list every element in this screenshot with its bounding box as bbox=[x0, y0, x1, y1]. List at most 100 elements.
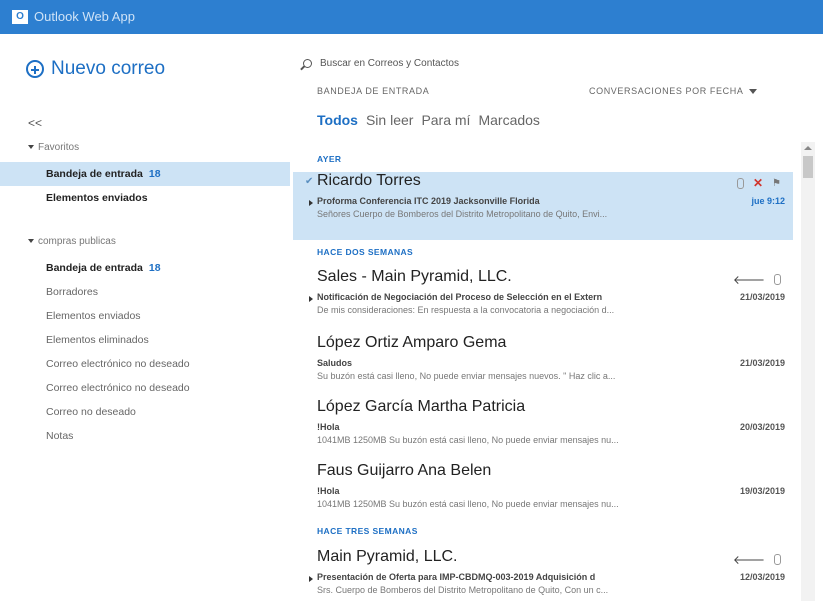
filter-to-me[interactable]: Para mí bbox=[421, 112, 470, 128]
section-header: AYER bbox=[317, 154, 342, 164]
message-date: 20/03/2019 bbox=[739, 422, 785, 432]
check-icon: ✔ bbox=[305, 176, 314, 187]
folder-junk-2[interactable]: Correo electrónico no deseado bbox=[0, 376, 290, 400]
message-item[interactable]: López García Martha Patricia !Hola 1041M… bbox=[293, 398, 793, 466]
flag-icon[interactable]: ⚑ bbox=[772, 178, 781, 189]
message-preview: 1041MB 1250MB Su buzón está casi lleno, … bbox=[317, 499, 619, 509]
message-sender: Ricardo Torres bbox=[317, 172, 421, 189]
message-sender: López García Martha Patricia bbox=[317, 398, 526, 415]
sort-label: CONVERSACIONES POR FECHA bbox=[589, 86, 744, 96]
expand-arrow-icon[interactable] bbox=[309, 200, 313, 206]
message-item[interactable]: Sales - Main Pyramid, LLC. Notificación … bbox=[293, 268, 793, 336]
message-subject: Presentación de Oferta para IMP-CBDMQ-00… bbox=[317, 572, 596, 582]
folder-label: Correo electrónico no deseado bbox=[46, 358, 190, 370]
message-date: 19/03/2019 bbox=[739, 486, 785, 496]
unread-count: 18 bbox=[148, 262, 161, 274]
collapse-pane-button[interactable]: << bbox=[28, 116, 42, 130]
message-date: jue 9:12 bbox=[751, 196, 785, 206]
scroll-up-icon[interactable] bbox=[804, 146, 812, 150]
message-preview: Señores Cuerpo de Bomberos del Distrito … bbox=[317, 209, 608, 219]
search-icon bbox=[303, 59, 312, 68]
message-preview: De mis consideraciones: En respuesta a l… bbox=[317, 305, 615, 315]
top-bar: O Outlook Web App bbox=[0, 0, 823, 34]
favorites-item-inbox[interactable]: Bandeja de entrada 18 bbox=[0, 162, 290, 186]
message-item[interactable]: ✔ Ricardo Torres Proforma Conferencia IT… bbox=[293, 172, 793, 240]
new-mail-button[interactable]: Nuevo correo bbox=[26, 58, 165, 80]
expand-arrow-icon[interactable] bbox=[309, 576, 313, 582]
folder-junk-1[interactable]: Correo electrónico no deseado bbox=[0, 352, 290, 376]
message-actions: ✕ ⚑ bbox=[736, 176, 781, 190]
message-actions: 🡐 bbox=[733, 552, 781, 567]
folder-label: Elementos enviados bbox=[46, 310, 141, 322]
account-label: compras publicas bbox=[38, 236, 116, 247]
sort-dropdown[interactable]: CONVERSACIONES POR FECHA bbox=[589, 86, 758, 96]
filter-all[interactable]: Todos bbox=[317, 112, 358, 128]
message-date: 21/03/2019 bbox=[739, 358, 785, 368]
folder-inbox[interactable]: Bandeja de entrada 18 bbox=[0, 256, 290, 280]
folder-junk-3[interactable]: Correo no deseado bbox=[0, 400, 290, 424]
message-item[interactable]: Main Pyramid, LLC. Presentación de Ofert… bbox=[293, 548, 793, 601]
folder-label: Notas bbox=[46, 430, 74, 442]
account-group-toggle[interactable]: compras publicas bbox=[28, 236, 116, 247]
message-item[interactable]: López Ortiz Amparo Gema Saludos Su buzón… bbox=[293, 334, 793, 402]
folder-label: Bandeja de entrada bbox=[46, 262, 143, 274]
favorites-group-toggle[interactable]: Favoritos bbox=[28, 142, 79, 153]
filter-tabs: Todos Sin leer Para mí Marcados bbox=[317, 112, 540, 128]
chevron-down-icon bbox=[749, 88, 758, 94]
message-preview: Su buzón está casi lleno, No puede envia… bbox=[317, 371, 616, 381]
folder-heading: BANDEJA DE ENTRADA bbox=[317, 86, 430, 96]
message-subject: Proforma Conferencia ITC 2019 Jacksonvil… bbox=[317, 196, 540, 206]
message-preview: Srs. Cuerpo de Bomberos del Distrito Met… bbox=[317, 585, 609, 595]
folder-deleted[interactable]: Elementos eliminados bbox=[0, 328, 290, 352]
attachment-icon bbox=[736, 177, 744, 189]
folder-label: Elementos eliminados bbox=[46, 334, 149, 346]
message-sender: Sales - Main Pyramid, LLC. bbox=[317, 268, 512, 285]
app-title[interactable]: Outlook Web App bbox=[34, 9, 135, 24]
expand-triangle-icon bbox=[28, 145, 34, 150]
filter-unread[interactable]: Sin leer bbox=[366, 112, 413, 128]
message-sender: Main Pyramid, LLC. bbox=[317, 548, 458, 565]
unread-count: 18 bbox=[148, 168, 161, 180]
folder-label: Correo electrónico no deseado bbox=[46, 382, 190, 394]
search-box[interactable]: Buscar en Correos y Contactos bbox=[303, 58, 459, 69]
folder-notes[interactable]: Notas bbox=[0, 424, 290, 448]
message-subject: !Hola bbox=[317, 486, 340, 496]
section-header: HACE DOS SEMANAS bbox=[317, 247, 414, 257]
expand-arrow-icon[interactable] bbox=[309, 296, 313, 302]
plus-circle-icon bbox=[26, 60, 44, 78]
folder-label: Elementos enviados bbox=[46, 192, 148, 204]
message-preview: 1041MB 1250MB Su buzón está casi lleno, … bbox=[317, 435, 619, 445]
message-date: 12/03/2019 bbox=[739, 572, 785, 582]
attachment-icon bbox=[774, 554, 781, 565]
message-subject: !Hola bbox=[317, 422, 340, 432]
folder-label: Correo no deseado bbox=[46, 406, 136, 418]
folder-label: Bandeja de entrada bbox=[46, 168, 143, 180]
message-actions: 🡐 bbox=[733, 272, 781, 287]
scroll-thumb[interactable] bbox=[803, 156, 813, 178]
favorites-label: Favoritos bbox=[38, 142, 80, 153]
folder-pane: Nuevo correo << Favoritos Bandeja de ent… bbox=[0, 34, 290, 601]
message-date: 21/03/2019 bbox=[739, 292, 785, 302]
filter-flagged[interactable]: Marcados bbox=[478, 112, 539, 128]
attachment-icon bbox=[774, 274, 781, 285]
message-sender: Faus Guijarro Ana Belen bbox=[317, 462, 492, 479]
delete-icon[interactable]: ✕ bbox=[753, 176, 763, 190]
message-sender: López Ortiz Amparo Gema bbox=[317, 334, 507, 351]
message-item[interactable]: Faus Guijarro Ana Belen !Hola 1041MB 125… bbox=[293, 462, 793, 530]
reply-icon: 🡐 bbox=[732, 273, 765, 287]
folder-label: Borradores bbox=[46, 286, 98, 298]
message-subject: Saludos bbox=[317, 358, 353, 368]
new-mail-label: Nuevo correo bbox=[51, 58, 166, 79]
folder-drafts[interactable]: Borradores bbox=[0, 280, 290, 304]
section-header: HACE TRES SEMANAS bbox=[317, 526, 418, 536]
favorites-item-sent[interactable]: Elementos enviados bbox=[0, 186, 290, 210]
expand-triangle-icon bbox=[28, 239, 34, 244]
outlook-logo-icon[interactable]: O bbox=[12, 10, 28, 24]
message-subject: Notificación de Negociación del Proceso … bbox=[317, 292, 603, 302]
reply-icon: 🡐 bbox=[732, 553, 765, 567]
message-list-pane: Buscar en Correos y Contactos BANDEJA DE… bbox=[293, 34, 823, 601]
search-placeholder: Buscar en Correos y Contactos bbox=[320, 58, 459, 69]
message-list: AYER ✔ Ricardo Torres Proforma Conferenc… bbox=[293, 144, 793, 601]
vertical-scrollbar[interactable] bbox=[801, 142, 815, 601]
folder-sent[interactable]: Elementos enviados bbox=[0, 304, 290, 328]
